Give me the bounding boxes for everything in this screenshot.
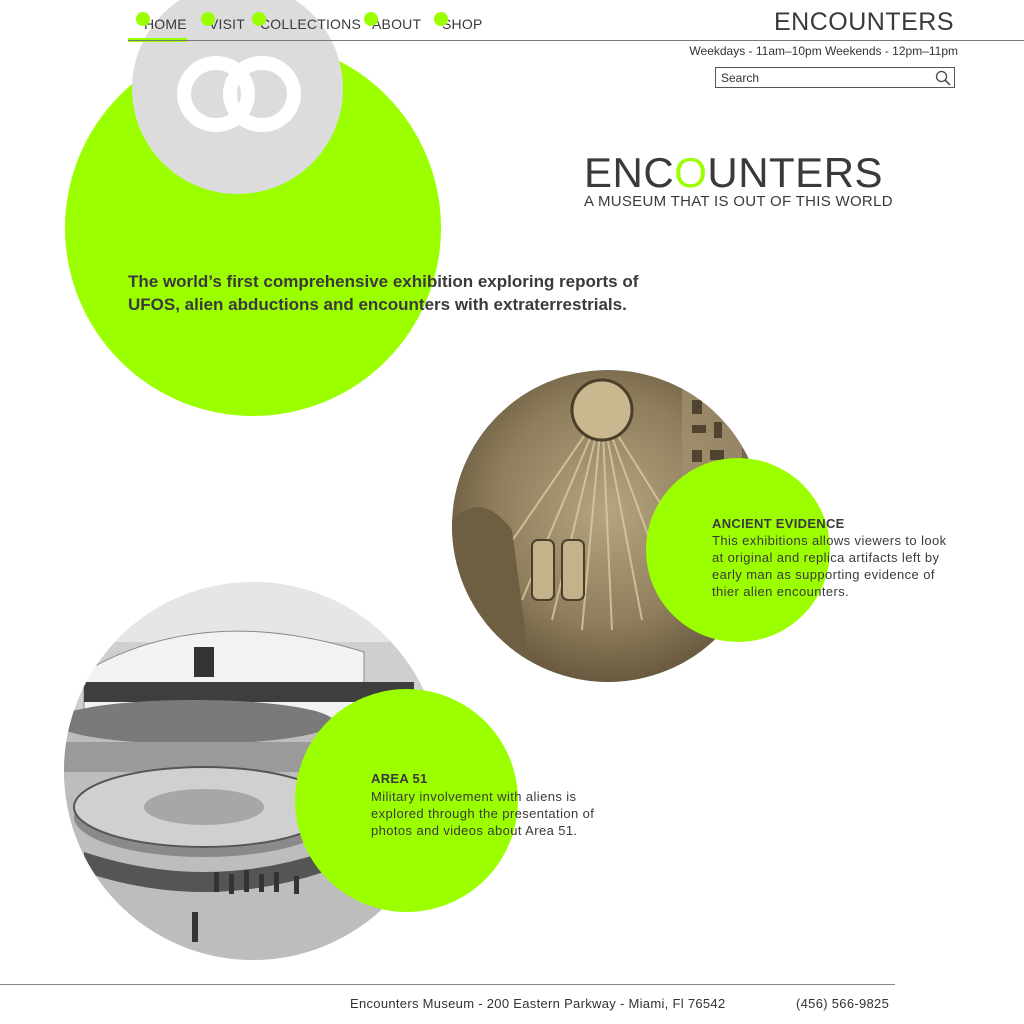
footer-divider [0, 984, 895, 985]
area51-text: Military involvement with aliens is expl… [371, 789, 595, 838]
nav-visit[interactable]: VISIT [201, 12, 245, 32]
nav-collections-label: COLLECTIONS [260, 16, 361, 32]
hero-tagline: A MUSEUM THAT IS OUT OF THIS WORLD [584, 193, 893, 210]
header-divider [128, 40, 1024, 41]
ancient-evidence-text: This exhibitions allows viewers to look … [712, 533, 947, 599]
hero-title-accent: O [674, 149, 708, 196]
search-icon[interactable] [935, 70, 951, 86]
nav-dot-icon [434, 12, 448, 26]
nav-home[interactable]: HOME [136, 12, 187, 32]
search-input[interactable] [716, 68, 926, 87]
nav-dot-icon [364, 12, 378, 26]
nav-collections[interactable]: COLLECTIONS [252, 12, 361, 32]
nav-dot-icon [201, 12, 215, 26]
opening-hours: Weekdays - 11am–10pm Weekends - 12pm–11p… [689, 44, 958, 58]
ancient-evidence-title[interactable]: ANCIENT EVIDENCE [712, 516, 845, 531]
encounters-logo-icon[interactable] [176, 54, 302, 134]
area51-title[interactable]: AREA 51 [371, 771, 428, 786]
nav-dot-icon [136, 12, 150, 26]
hero-intro: The world’s first comprehensive exhibiti… [128, 272, 639, 314]
nav-shop[interactable]: SHOP [434, 12, 483, 32]
search-box [715, 67, 955, 88]
nav-home-label: HOME [144, 16, 187, 32]
hero-title-part1: ENC [584, 149, 675, 196]
nav-shop-label: SHOP [442, 16, 483, 32]
footer-phone[interactable]: (456) 566-9825 [796, 996, 889, 1011]
hero-title: ENCOUNTERS [584, 150, 883, 196]
hero-title-part2: UNTERS [707, 149, 884, 196]
brand-logo-text[interactable]: ENCOUNTERS [774, 8, 954, 37]
nav-dot-icon [252, 12, 266, 26]
nav-about[interactable]: ABOUT [364, 12, 422, 32]
nav-about-label: ABOUT [372, 16, 422, 32]
footer-address: Encounters Museum - 200 Eastern Parkway … [350, 996, 726, 1011]
